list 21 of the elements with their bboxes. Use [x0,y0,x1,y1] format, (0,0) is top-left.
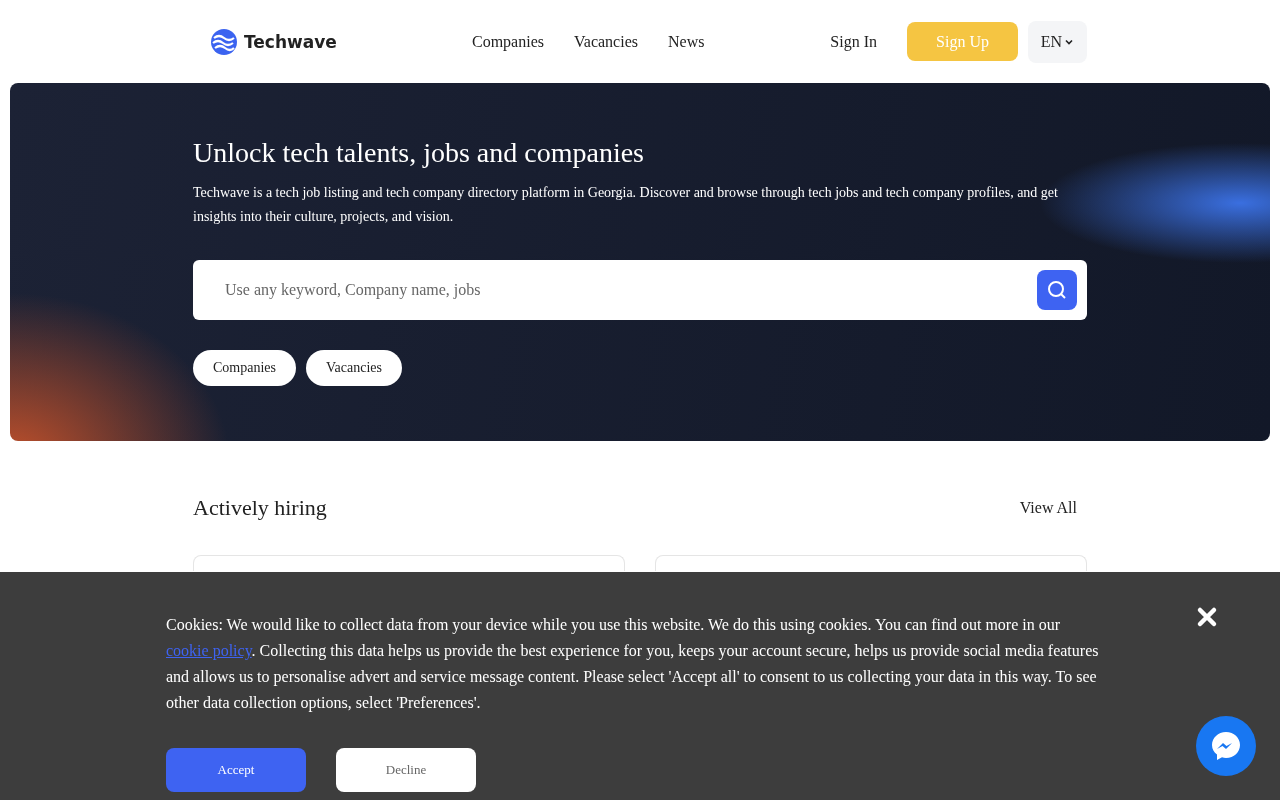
hero-title: Unlock tech talents, jobs and companies [193,137,645,169]
search-bar[interactable]: Use any keyword, Company name, jobs [193,260,1087,320]
nav-link[interactable]: Vacancies [574,32,638,51]
cookie-text: Cookies: We would like to collect data from your device while you use this website. We do this using cookies. You can find out more in our cookie policy. Collecting this data helps us provide the best experience for you, keeps your account secure, helps us provide social media features and allows us to personalise advert and service message content. Please select 'Accept all' to consent to us collecting your data in this way. To see other data collection options, select 'Preferences'. [166,615,1100,714]
logo-icon [210,27,238,56]
filter-chip[interactable]: Vacancies [306,350,402,386]
nav-link[interactable]: News [667,32,705,51]
brand-name[interactable]: Techwave [244,31,337,52]
messenger-icon [1209,729,1243,763]
sign-in-link[interactable]: Sign In [830,32,877,51]
hero-description: Techwave is a tech job listing and tech company directory platform in Georgia. Discover and browse through tech jobs and tech company profiles, and get insights into their culture, projects, and vision. [193,184,1059,226]
accept-button[interactable]: Accept [166,748,306,792]
filter-chip[interactable]: Companies [193,350,296,386]
view-all-link[interactable]: View All [1019,499,1077,517]
close-icon[interactable] [1196,606,1218,628]
search-icon [1046,279,1068,301]
language-selector[interactable]: EN [1028,20,1087,63]
search-button[interactable] [1037,270,1077,310]
section-title: Actively hiring [193,495,327,521]
decline-button[interactable]: Decline [336,748,476,792]
nav-link[interactable]: Companies [472,32,544,51]
